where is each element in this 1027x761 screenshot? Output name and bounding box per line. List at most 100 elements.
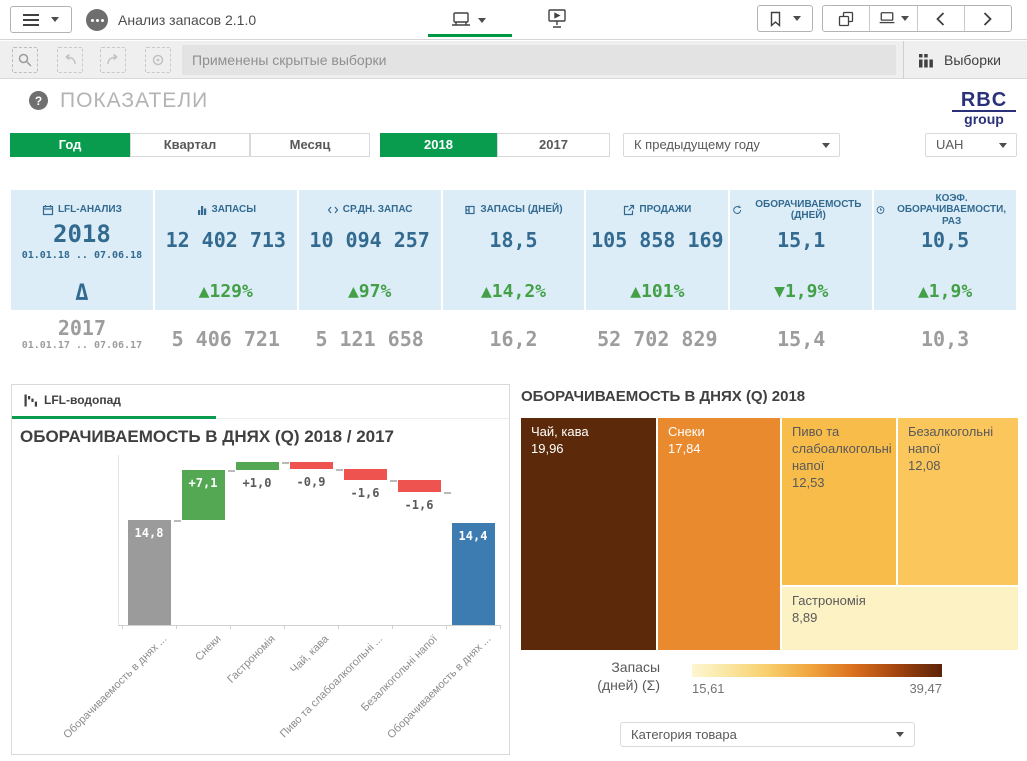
- filter-quarter-button[interactable]: Квартал: [130, 133, 250, 157]
- treemap-cell-tea-coffee[interactable]: Чай, кава 19,96: [521, 418, 656, 650]
- navbar: Анализ запасов 2.1.0: [0, 0, 1027, 40]
- waterfall-bar[interactable]: [290, 462, 333, 468]
- waterfall-bar-label: -0,9: [282, 475, 341, 489]
- app-title: Анализ запасов 2.1.0: [118, 0, 256, 40]
- kpi-label: КОЭФ. ОБОРАЧИВАЕМОСТИ, РАЗ: [889, 193, 1014, 228]
- sheet-icon: [450, 11, 472, 29]
- filter-2017-button[interactable]: 2017: [497, 133, 610, 157]
- kpi-header: ЗАПАСЫ: [157, 196, 295, 224]
- prev-value: 52 702 829: [586, 312, 728, 366]
- refresh-icon: [732, 204, 742, 216]
- waterfall-bar[interactable]: [398, 480, 441, 491]
- legend-max: 39,47: [892, 681, 942, 696]
- prev-year: 2017: [11, 316, 153, 340]
- kpi-header: КОЭФ. ОБОРАЧИВАЕМОСТИ, РАЗ: [876, 196, 1014, 224]
- filter-2018-button[interactable]: 2018: [380, 133, 497, 157]
- kpi-label: LFL-АНАЛИЗ: [58, 204, 122, 216]
- prev-value: 10,3: [874, 312, 1016, 366]
- storytelling-icon: [546, 8, 568, 28]
- kpi-label: ПРОДАЖИ: [639, 204, 691, 216]
- waterfall-chart: LFL-водопад ОБОРАЧИВАЕМОСТЬ В ДНЯХ (Q) 2…: [11, 384, 510, 755]
- treemap-cell-beer[interactable]: Пиво та слабоалкогольні напої 12,53: [782, 418, 896, 585]
- duplicate-sheet-button[interactable]: [823, 6, 870, 31]
- smart-search-button[interactable]: [12, 47, 38, 73]
- kpi-value: 2018: [11, 220, 153, 248]
- treemap-cell-gastronomy[interactable]: Гастрономія 8,89: [782, 587, 1018, 650]
- logo-line1: RBC: [952, 91, 1016, 112]
- help-icon[interactable]: ?: [29, 91, 48, 110]
- kpi-card-avg-stock[interactable]: СР.ДН. ЗАПАС 10 094 257 ▲97%: [299, 190, 441, 310]
- kpi-card-sales[interactable]: ПРОДАЖИ 105 858 169 ▲101%: [586, 190, 728, 310]
- bookmarks-button[interactable]: [757, 5, 813, 32]
- selections-label: Выборки: [944, 52, 1001, 68]
- waterfall-axis-tick: [176, 625, 177, 629]
- treemap-cell-name: Гастрономія: [792, 593, 1008, 610]
- waterfall-bar[interactable]: [236, 462, 279, 469]
- treemap-cell-soft-drinks[interactable]: Безалкогольні напої 12,08: [898, 418, 1018, 585]
- prev-value: 15,4: [730, 312, 872, 366]
- bar-chart-icon: [196, 204, 208, 216]
- next-sheet-button[interactable]: [965, 6, 1011, 31]
- sheet-view-button[interactable]: [450, 8, 502, 32]
- step-forward-button[interactable]: [100, 47, 126, 73]
- selections-message: Применены скрытые выборки: [182, 45, 896, 75]
- filter-month-button[interactable]: Месяц: [250, 133, 370, 157]
- step-back-button[interactable]: [57, 47, 83, 73]
- step-back-icon: [63, 54, 77, 66]
- waterfall-bar-label: -1,6: [336, 486, 395, 500]
- treemap-cell-value: 12,08: [908, 458, 1008, 475]
- smart-search-icon: [18, 53, 32, 67]
- sheet-selector-button[interactable]: [870, 6, 917, 31]
- treemap-cell-snacks[interactable]: Снеки 17,84: [658, 418, 780, 650]
- kpi-card-lfl[interactable]: LFL-АНАЛИЗ 2018 01.01.18 .. 07.06.18 Δ: [11, 190, 153, 310]
- chevron-down-icon: [999, 143, 1007, 148]
- kpi-delta: ▲97%: [299, 281, 441, 302]
- kpi-header: ЗАПАСЫ (ДНЕЙ): [445, 196, 583, 224]
- storytelling-button[interactable]: [546, 8, 570, 32]
- prev-cell-lfl: 2017 01.01.17 .. 07.06.17: [11, 312, 153, 366]
- waterfall-axis-tick: [122, 625, 123, 629]
- kpi-label: ЗАПАСЫ: [212, 204, 257, 216]
- selections-tool-button[interactable]: Выборки: [903, 41, 1027, 79]
- waterfall-bar-label: -1,6: [390, 498, 449, 512]
- waterfall-bar[interactable]: [344, 469, 387, 480]
- kpi-value: 10 094 257: [299, 228, 441, 252]
- kpi-header: СР.ДН. ЗАПАС: [301, 196, 439, 224]
- kpi-card-stock[interactable]: ЗАПАСЫ 12 402 713 ▲129%: [155, 190, 297, 310]
- kpi-value: 12 402 713: [155, 228, 297, 252]
- waterfall-axis-tick: [230, 625, 231, 629]
- kpi-delta: ▲129%: [155, 281, 297, 302]
- active-view-underline: [428, 34, 512, 37]
- waterfall-axis-label: Гастрономія: [225, 633, 278, 686]
- prev-cell: 5 406 721: [155, 312, 297, 366]
- kpi-card-turnover-days[interactable]: ОБОРАЧИВАЕМОСТЬ (ДНЕЙ) 15,1 ▼1,9%: [730, 190, 872, 310]
- comparison-dropdown[interactable]: К предыдущему году: [623, 133, 840, 157]
- global-menu-button[interactable]: [10, 6, 72, 33]
- prev-value: 5 406 721: [155, 312, 297, 366]
- treemap-cell-value: 19,96: [531, 441, 646, 458]
- waterfall-axis-tick: [446, 625, 447, 629]
- external-link-icon: [623, 204, 635, 216]
- currency-dropdown[interactable]: UAH: [925, 133, 1017, 157]
- sheet-navigation-group: [822, 5, 1012, 32]
- selections-toolbar: Применены скрытые выборки Выборки: [0, 41, 1027, 79]
- kpi-card-stock-days[interactable]: ЗАПАСЫ (ДНЕЙ) 18,5 ▲14,2%: [443, 190, 585, 310]
- previous-sheet-button[interactable]: [918, 6, 965, 31]
- kpi-card-turnover-ratio[interactable]: КОЭФ. ОБОРАЧИВАЕМОСТИ, РАЗ 10,5 ▲1,9%: [874, 190, 1016, 310]
- waterfall-connector: [228, 470, 235, 472]
- app-menu-icon[interactable]: [86, 9, 108, 31]
- kpi-previous-row: 2017 01.01.17 .. 07.06.17 5 406 721 5 12…: [11, 312, 1016, 366]
- waterfall-bar-label: 14,4: [452, 529, 495, 543]
- waterfall-axis-tick: [500, 625, 501, 629]
- waterfall-axis-tick: [284, 625, 285, 629]
- waterfall-plot: 14,8+7,1+1,0-0,9-1,6-1,614,4Оборачиваемо…: [12, 385, 509, 754]
- logo-line2: group: [952, 112, 1016, 127]
- clear-selections-button[interactable]: [145, 47, 171, 73]
- filter-year-button[interactable]: Год: [10, 133, 130, 157]
- treemap-cell-name: Пиво та слабоалкогольні напої: [792, 424, 886, 475]
- chevron-down-icon: [793, 16, 801, 21]
- page-title: ПОКАЗАТЕЛИ: [60, 89, 208, 113]
- kpi-delta: Δ: [11, 281, 153, 306]
- category-dropdown[interactable]: Категория товара: [620, 722, 915, 747]
- kpi-delta: ▼1,9%: [730, 281, 872, 302]
